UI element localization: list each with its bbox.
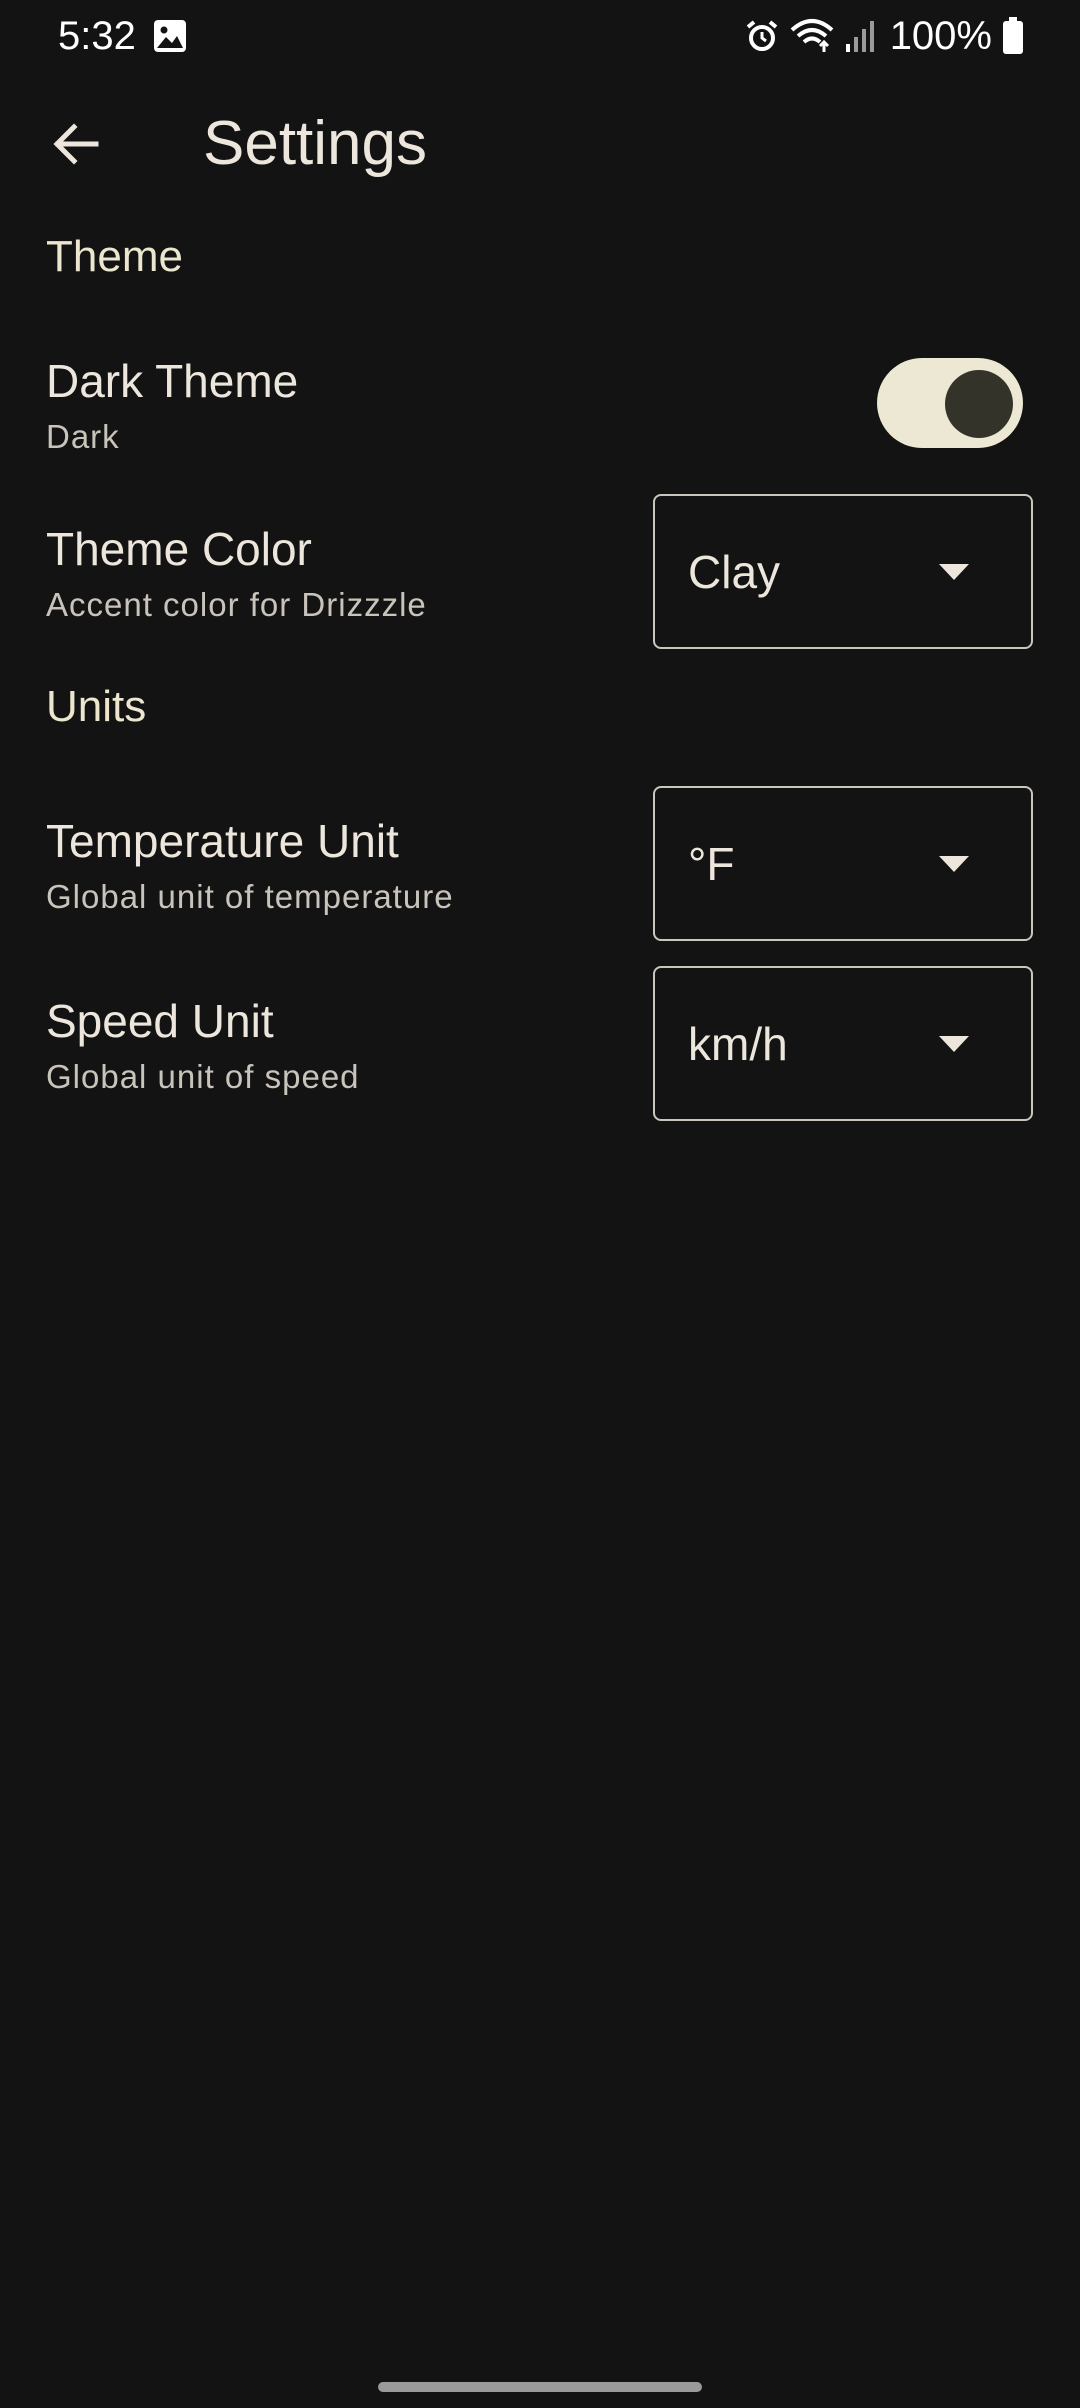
dark-theme-toggle[interactable] [877,358,1023,448]
alarm-icon [744,18,780,54]
page-title: Settings [203,109,428,178]
battery-percent: 100% [889,13,992,58]
caret-down-icon [939,563,969,580]
setting-subtitle: Global unit of temperature [46,878,454,915]
gallery-icon [152,18,188,54]
section-header-theme: Theme [46,232,183,281]
status-bar: 5:32 100% [0,0,1080,72]
setting-subtitle: Dark [46,418,120,455]
signal-icon [844,18,876,54]
dropdown-value: °F [688,837,735,890]
setting-subtitle: Global unit of speed [46,1058,360,1095]
status-icons: 100% [744,12,1024,60]
setting-title: Dark Theme [46,355,299,407]
home-indicator[interactable] [378,2382,702,2392]
caret-down-icon [939,855,969,872]
app-bar: Settings [0,90,1080,200]
dropdown-value: km/h [688,1017,788,1070]
dropdown-value: Clay [688,545,781,598]
wifi-icon [790,18,834,54]
setting-title: Speed Unit [46,995,274,1047]
theme-color-dropdown[interactable]: Clay [653,494,1033,649]
arrow-back-icon [50,118,102,175]
setting-title: Temperature Unit [46,815,399,867]
toggle-thumb [945,370,1013,438]
section-header-units: Units [46,682,147,731]
back-button[interactable] [40,110,112,182]
status-time: 5:32 [58,14,136,58]
battery-icon [1002,17,1024,55]
temperature-unit-dropdown[interactable]: °F [653,786,1033,941]
caret-down-icon [939,1035,969,1052]
setting-title: Theme Color [46,523,312,575]
setting-subtitle: Accent color for Drizzzle [46,586,427,623]
speed-unit-dropdown[interactable]: km/h [653,966,1033,1121]
